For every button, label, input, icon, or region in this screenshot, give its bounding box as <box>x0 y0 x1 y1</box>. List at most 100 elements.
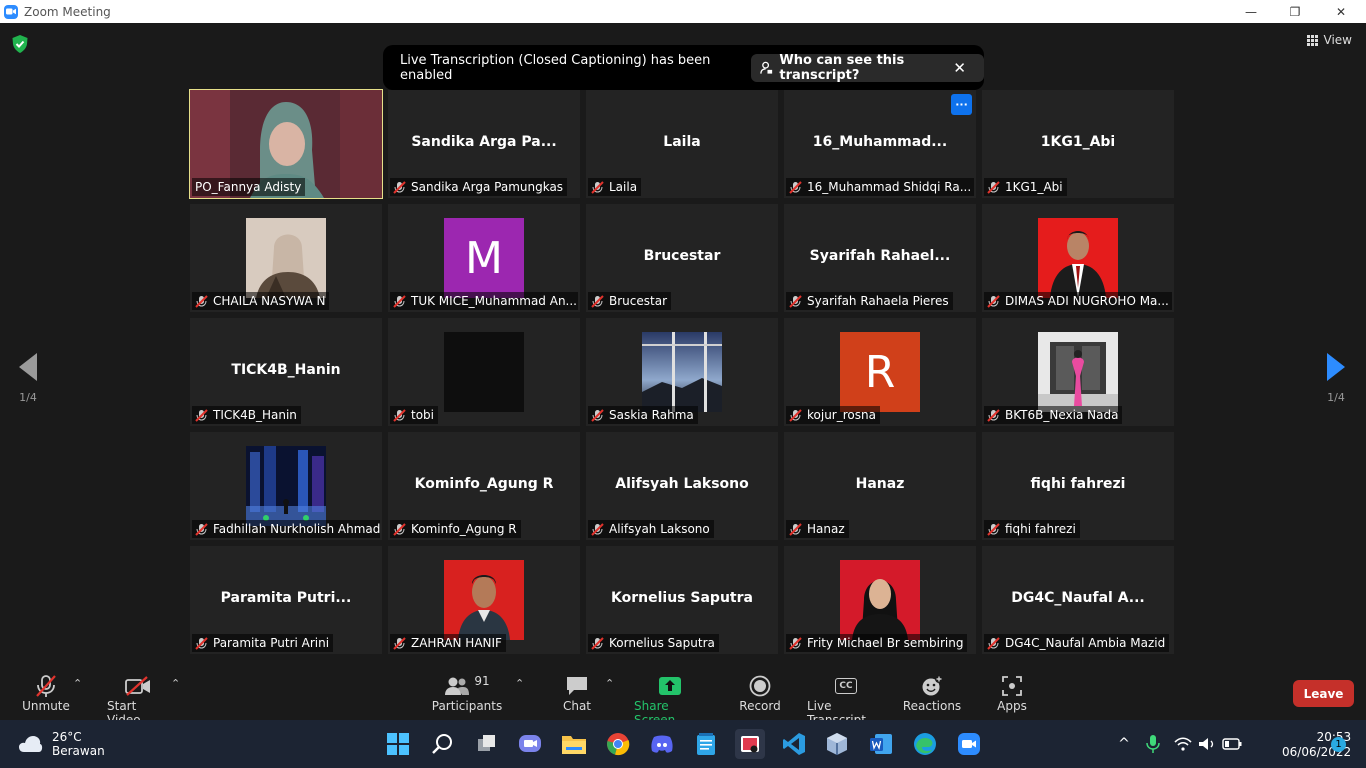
video-tile[interactable]: ··· 16_Muhammad... 16_Muhammad Shidqi Ra… <box>784 90 976 198</box>
profile-photo <box>642 332 722 412</box>
zoom-taskbar-icon[interactable] <box>954 729 984 759</box>
participant-name-label: tobi <box>390 406 438 424</box>
next-page-button[interactable]: 1/4 <box>1316 353 1356 404</box>
video-tile[interactable]: Saskia Rahma <box>586 318 778 426</box>
reactions-button[interactable]: Reactions <box>903 673 961 713</box>
restore-button[interactable]: ❐ <box>1272 0 1318 23</box>
unmute-label: Unmute <box>22 699 70 713</box>
video-tile[interactable]: TICK4B_Hanin TICK4B_Hanin <box>190 318 382 426</box>
snipping-tool-icon[interactable] <box>735 729 765 759</box>
unmute-button[interactable]: Unmute <box>22 673 70 713</box>
participant-display-name: 1KG1_Abi <box>1040 134 1116 150</box>
apps-icon <box>1002 676 1022 696</box>
participants-label: Participants <box>431 699 503 713</box>
more-options-icon[interactable]: ··· <box>951 94 972 115</box>
muted-mic-icon <box>789 180 802 194</box>
avatar-letter: M <box>444 218 524 298</box>
apps-button[interactable]: Apps <box>996 673 1028 713</box>
video-options-caret-icon[interactable]: ⌃ <box>171 677 180 690</box>
video-tile[interactable]: ZAHRAN HANIF <box>388 546 580 654</box>
video-tile[interactable]: Sandika Arga Pa... Sandika Arga Pamungka… <box>388 90 580 198</box>
video-off-icon <box>125 676 150 696</box>
participant-name-label: Frity Michael Br sembiring <box>786 634 968 652</box>
task-view-icon[interactable] <box>472 729 502 759</box>
muted-mic-icon <box>195 636 208 650</box>
leave-button[interactable]: Leave <box>1293 680 1354 707</box>
video-tile[interactable]: tobi <box>388 318 580 426</box>
participant-name-label: kojur_rosna <box>786 406 880 424</box>
close-notice-icon[interactable]: ✕ <box>953 59 966 77</box>
search-icon[interactable] <box>427 729 457 759</box>
video-tile[interactable]: Kornelius Saputra Kornelius Saputra <box>586 546 778 654</box>
word-icon[interactable] <box>866 729 896 759</box>
video-tile[interactable]: Frity Michael Br sembiring <box>784 546 976 654</box>
muted-mic-icon <box>591 294 604 308</box>
wifi-icon[interactable] <box>1172 729 1194 759</box>
start-video-button[interactable]: Start Video <box>107 673 169 727</box>
minimize-button[interactable]: — <box>1228 0 1274 23</box>
virtualbox-icon[interactable] <box>822 729 852 759</box>
participant-display-name: Brucestar <box>643 248 721 264</box>
notepad-icon[interactable] <box>691 729 721 759</box>
windows-start-icon[interactable] <box>383 729 413 759</box>
video-tile[interactable]: Paramita Putri... Paramita Putri Arini <box>190 546 382 654</box>
battery-icon[interactable] <box>1220 729 1244 759</box>
close-window-button[interactable]: ✕ <box>1318 0 1364 23</box>
video-tile[interactable]: M TUK MICE_Muhammad An... <box>388 204 580 312</box>
participants-button[interactable]: 91 Participants <box>431 673 503 713</box>
who-can-see-transcript-button[interactable]: Who can see this transcript? <box>751 52 984 83</box>
chat-icon <box>567 677 587 695</box>
participant-display-name: Laila <box>663 134 701 150</box>
video-tile[interactable]: DG4C_Naufal A... DG4C_Naufal Ambia Mazid <box>982 546 1174 654</box>
edge-icon[interactable] <box>910 729 940 759</box>
participants-options-caret-icon[interactable]: ⌃ <box>515 677 524 690</box>
video-tile[interactable]: 1KG1_Abi 1KG1_Abi <box>982 90 1174 198</box>
video-tile[interactable]: Fadhillah Nurkholish Ahmad <box>190 432 382 540</box>
meeting-toolbar: Unmute ⌃ Start Video ⌃ 91 Participants ⌃… <box>0 665 1366 727</box>
video-tile[interactable]: Laila Laila <box>586 90 778 198</box>
participant-name-label: DIMAS ADI NUGROHO Ma... <box>984 292 1172 310</box>
profile-photo <box>246 218 326 298</box>
video-tile[interactable]: Hanaz Hanaz <box>784 432 976 540</box>
video-tile[interactable]: fiqhi fahrezi fiqhi fahrezi <box>982 432 1174 540</box>
show-hidden-icons-chevron-icon[interactable]: ^ <box>1110 729 1138 759</box>
previous-page-button[interactable]: 1/4 <box>8 353 48 404</box>
who-label: Who can see this transcript? <box>779 52 905 83</box>
view-button[interactable]: View <box>1306 33 1352 47</box>
smiley-add-icon <box>922 675 943 696</box>
video-tile[interactable]: Syarifah Rahael... Syarifah Rahaela Pier… <box>784 204 976 312</box>
participant-name-label: 16_Muhammad Shidqi Ra... <box>786 178 974 196</box>
video-tile[interactable]: CHAILA NASYWA N <box>190 204 382 312</box>
closed-caption-icon: CC <box>835 678 857 694</box>
discord-icon[interactable] <box>647 729 677 759</box>
video-tile[interactable]: DIMAS ADI NUGROHO Ma... <box>982 204 1174 312</box>
page-indicator-left: 1/4 <box>19 391 37 404</box>
muted-mic-icon <box>987 636 1000 650</box>
audio-options-caret-icon[interactable]: ⌃ <box>73 677 82 690</box>
chat-button[interactable]: Chat <box>560 673 594 713</box>
live-transcript-button[interactable]: CC Live Transcript <box>807 673 885 727</box>
video-tile[interactable]: Kominfo_Agung R Kominfo_Agung R <box>388 432 580 540</box>
chat-teams-icon[interactable] <box>515 729 545 759</box>
person-lock-icon <box>760 61 773 74</box>
notification-badge[interactable]: 1 <box>1331 737 1346 752</box>
vscode-icon[interactable] <box>779 729 809 759</box>
record-button[interactable]: Record <box>739 673 781 713</box>
share-screen-button[interactable]: Share Screen <box>634 673 706 727</box>
video-tile[interactable]: R kojur_rosna <box>784 318 976 426</box>
weather-widget[interactable]: 26°C Berawan <box>18 730 105 758</box>
microphone-in-use-icon[interactable] <box>1140 729 1166 759</box>
participant-display-name: DG4C_Naufal A... <box>1011 590 1145 606</box>
participant-display-name: Paramita Putri... <box>220 590 352 606</box>
video-tile[interactable]: BKT6B_Nexia Nada <box>982 318 1174 426</box>
chat-options-caret-icon[interactable]: ⌃ <box>605 677 614 690</box>
file-explorer-icon[interactable] <box>559 729 589 759</box>
muted-mic-icon <box>195 408 208 422</box>
video-tile[interactable]: Brucestar Brucestar <box>586 204 778 312</box>
video-tile[interactable]: Alifsyah Laksono Alifsyah Laksono <box>586 432 778 540</box>
participant-name-label: BKT6B_Nexia Nada <box>984 406 1123 424</box>
video-tile[interactable]: PO_Fannya Adisty <box>189 89 383 199</box>
encryption-shield-icon[interactable] <box>12 35 28 53</box>
volume-icon[interactable] <box>1196 729 1218 759</box>
chrome-icon[interactable] <box>603 729 633 759</box>
